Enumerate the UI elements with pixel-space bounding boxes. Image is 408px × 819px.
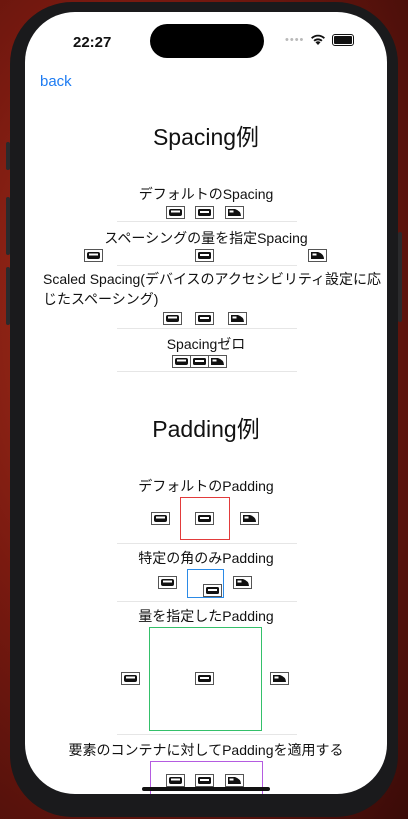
train-front-icon xyxy=(190,355,209,368)
train-front-icon xyxy=(195,774,214,787)
dynamic-island xyxy=(150,24,264,58)
tram-front-icon xyxy=(84,249,103,262)
volume-up-button xyxy=(6,197,10,255)
wifi-icon xyxy=(311,34,326,45)
tram-front-icon xyxy=(121,672,140,685)
padding-title: Padding例 xyxy=(152,416,260,442)
row-separator xyxy=(117,328,297,329)
tram-front-icon xyxy=(158,576,177,589)
signal-icon: •••• xyxy=(285,34,305,46)
bullet-train-icon xyxy=(270,672,289,685)
row-separator xyxy=(117,543,297,544)
padding-row-label: デフォルトのPadding xyxy=(138,478,274,494)
tram-front-icon xyxy=(172,355,191,368)
row-separator xyxy=(117,265,297,266)
tram-front-icon xyxy=(151,512,170,525)
bullet-train-icon xyxy=(308,249,327,262)
padding-row-label: 量を指定したPadding xyxy=(138,608,274,624)
bullet-train-icon xyxy=(225,774,244,787)
spacing-row-label: デフォルトのSpacing xyxy=(138,186,274,202)
tram-front-icon xyxy=(166,206,185,219)
train-front-icon xyxy=(195,312,214,325)
row-separator xyxy=(117,371,297,372)
train-front-icon xyxy=(195,206,214,219)
bullet-train-icon xyxy=(208,355,227,368)
padding-row-label: 要素のコンテナに対してPaddingを適用する xyxy=(68,742,344,758)
spacing-row-label: Spacingゼロ xyxy=(166,336,246,352)
spacing-title: Spacing例 xyxy=(152,124,260,150)
spacing-row-label: Scaled Spacing(デバイスのアクセシビリティ設定に応じたスペーシング… xyxy=(43,271,381,307)
bullet-train-icon xyxy=(228,312,247,325)
status-indicators: •••• xyxy=(285,34,355,46)
padding-row-label: 特定の角のみPadding xyxy=(138,550,274,566)
row-separator xyxy=(117,221,297,222)
tram-front-icon xyxy=(163,312,182,325)
battery-icon xyxy=(332,34,355,46)
bullet-train-icon xyxy=(225,206,244,219)
spacing-row-label: スペーシングの量を指定Spacing xyxy=(104,230,308,246)
power-button xyxy=(398,232,402,322)
train-front-icon xyxy=(195,672,214,685)
train-front-icon xyxy=(195,512,214,525)
bullet-train-icon xyxy=(233,576,252,589)
screen: 22:27 •••• back Spacing例 デフォルトのSpacing ス… xyxy=(25,12,387,794)
back-button[interactable]: back xyxy=(40,73,72,90)
home-indicator[interactable] xyxy=(142,787,270,791)
status-time: 22:27 xyxy=(73,34,112,51)
tram-front-icon xyxy=(166,774,185,787)
train-front-icon xyxy=(195,249,214,262)
train-front-icon xyxy=(203,584,222,597)
silent-switch xyxy=(6,142,10,170)
volume-down-button xyxy=(6,267,10,325)
row-separator xyxy=(117,601,297,602)
row-separator xyxy=(117,734,297,735)
bullet-train-icon xyxy=(240,512,259,525)
